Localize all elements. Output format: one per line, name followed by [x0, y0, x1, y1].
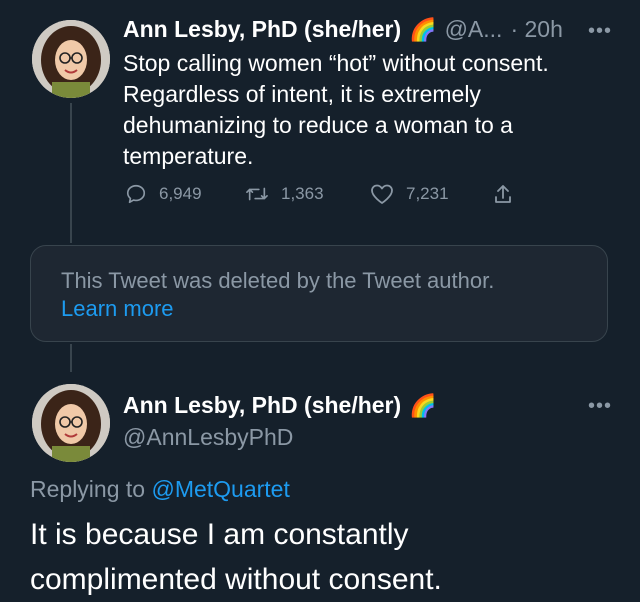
avatar-photo-icon: [32, 20, 110, 98]
tweet-text-line: Regardless of intent, it is extremely: [123, 81, 481, 107]
author-name[interactable]: Ann Lesby, PhD (she/her): [123, 392, 401, 419]
thread-line-middle: [70, 344, 72, 372]
more-options-button[interactable]: •••: [588, 20, 612, 43]
heart-icon: [371, 184, 393, 204]
avatar[interactable]: [32, 20, 110, 98]
replying-to-mention[interactable]: @MetQuartet: [151, 476, 289, 502]
tweet-text-line: dehumanizing to reduce a woman to a: [123, 112, 513, 138]
avatar-photo-icon: [32, 384, 110, 462]
tweet2-header: Ann Lesby, PhD (she/her) 🌈: [123, 392, 437, 419]
reply-button[interactable]: 6,949: [125, 183, 202, 205]
like-count: 7,231: [406, 184, 449, 203]
thread-line-top: [70, 103, 72, 243]
avatar[interactable]: [32, 384, 110, 462]
reply-count: 6,949: [159, 184, 202, 203]
tweet1-text: Stop calling women “hot” without consent…: [123, 48, 623, 172]
retweet-icon: [246, 187, 268, 201]
tweet-text-line: Stop calling women “hot” without consent…: [123, 50, 549, 76]
rainbow-emoji-icon: 🌈: [409, 392, 437, 418]
share-button[interactable]: [493, 183, 513, 205]
author-handle[interactable]: @A...: [445, 16, 503, 43]
tweet-timestamp[interactable]: · 20h: [510, 16, 562, 43]
retweet-button[interactable]: 1,363: [245, 183, 324, 205]
deleted-tweet-message: This Tweet was deleted by the Tweet auth…: [61, 268, 495, 293]
retweet-count: 1,363: [281, 184, 324, 203]
share-icon: [495, 185, 511, 203]
tweet-text-line: It is because I am constantly: [30, 518, 409, 551]
replying-to-label: Replying to: [30, 476, 146, 502]
rainbow-emoji-icon: 🌈: [409, 16, 437, 42]
like-button[interactable]: 7,231: [370, 183, 449, 205]
tweet1-header: Ann Lesby, PhD (she/her) 🌈 @A... · 20h: [123, 16, 623, 43]
learn-more-link[interactable]: Learn more: [61, 296, 174, 322]
replying-to: Replying to @MetQuartet: [30, 476, 290, 503]
author-name[interactable]: Ann Lesby, PhD (she/her): [123, 16, 401, 43]
author-handle[interactable]: @AnnLesbyPhD: [123, 424, 293, 451]
more-options-button[interactable]: •••: [588, 395, 612, 418]
deleted-tweet-notice: This Tweet was deleted by the Tweet auth…: [30, 245, 608, 342]
tweet-text-line: complimented without consent.: [30, 563, 442, 596]
tweet-text-line: temperature.: [123, 143, 254, 169]
tweet2-text: It is because I am constantly compliment…: [30, 512, 630, 602]
reply-icon: [126, 184, 146, 204]
